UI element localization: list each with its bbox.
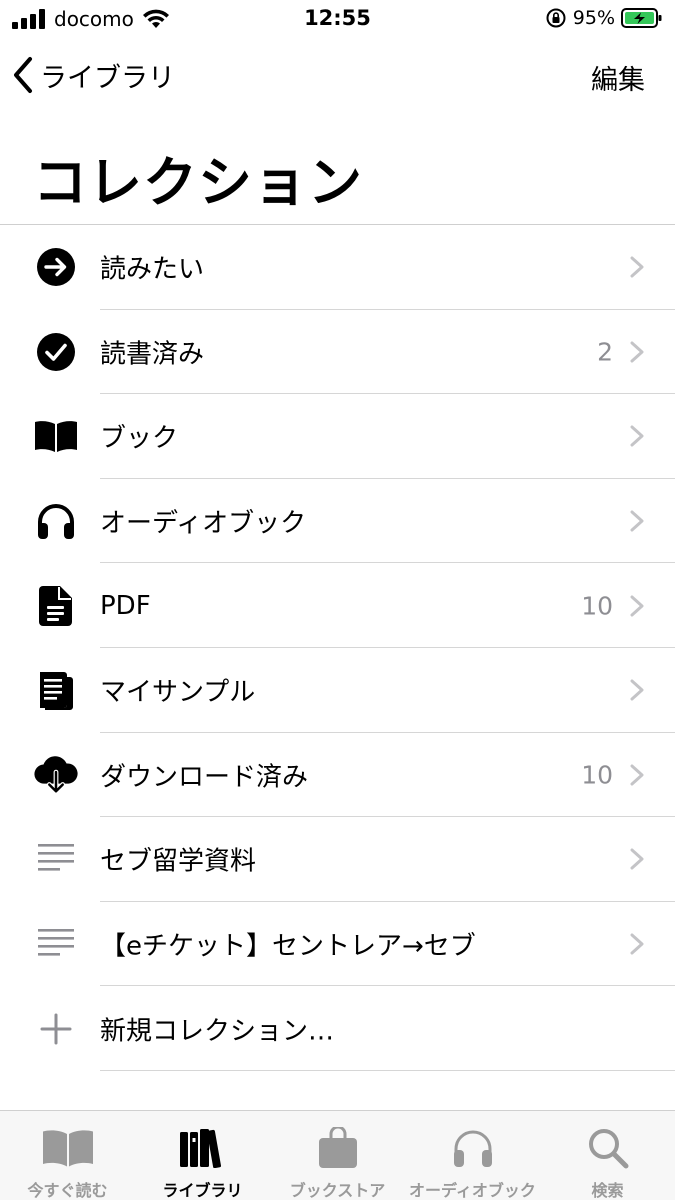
tab-book-store[interactable]: ブックストア <box>270 1111 405 1201</box>
tab-reading-now[interactable]: 今すぐ読む <box>0 1111 135 1201</box>
collection-row-downloaded[interactable]: ダウンロード済み 10 <box>0 733 675 818</box>
reading-now-icon <box>40 1125 96 1171</box>
chevron-right-icon <box>630 256 644 278</box>
collection-label: 【eチケット】セントレア→セブ <box>100 931 476 962</box>
bag-icon <box>310 1125 366 1171</box>
tab-label: ライブラリ <box>162 1181 243 1200</box>
collection-row-my-samples[interactable]: マイサンプル <box>0 648 675 733</box>
row-separator <box>100 1069 675 1071</box>
chevron-right-icon <box>630 679 644 701</box>
collection-list: 読みたい 読書済み 2 ブック オーディオブック PDF 10 マイサンプル ダ… <box>0 225 675 1071</box>
page-title: コレクション <box>33 151 363 214</box>
new-collection-label: 新規コレクション… <box>100 1016 335 1047</box>
back-button[interactable]: ライブラリ <box>12 53 175 97</box>
cloud-download-icon <box>33 752 79 798</box>
tab-bar: 今すぐ読む ライブラリ ブックストア オーディオブック 検索 <box>0 1110 675 1200</box>
chevron-right-icon <box>630 595 644 617</box>
chevron-right-icon <box>630 510 644 532</box>
collection-label: PDF <box>100 590 151 621</box>
collection-row-finished[interactable]: 読書済み 2 <box>0 310 675 395</box>
collection-row-cebu[interactable]: セブ留学資料 <box>0 817 675 902</box>
tab-audiobooks[interactable]: オーディオブック <box>405 1111 540 1201</box>
collection-count: 10 <box>581 591 613 621</box>
collection-label: マイサンプル <box>100 677 256 708</box>
tab-label: 今すぐ読む <box>27 1181 108 1200</box>
tab-search[interactable]: 検索 <box>540 1111 675 1201</box>
tab-label: ブックストア <box>289 1181 386 1200</box>
collection-label: オーディオブック <box>100 508 307 539</box>
status-right: 95% <box>545 7 663 29</box>
edit-button[interactable]: 編集 <box>591 58 645 97</box>
collection-label: 読みたい <box>100 254 205 285</box>
chevron-right-icon <box>630 933 644 955</box>
list-lines-icon <box>33 836 79 882</box>
collection-row-eticket[interactable]: 【eチケット】セントレア→セブ <box>0 902 675 987</box>
back-button-label: ライブラリ <box>40 62 175 94</box>
collection-count: 10 <box>581 760 613 790</box>
collection-label: ブック <box>100 423 179 454</box>
document-icon <box>33 583 79 629</box>
chevron-right-icon <box>630 848 644 870</box>
battery-charging-icon <box>621 8 662 28</box>
tab-library[interactable]: ライブラリ <box>135 1111 270 1201</box>
new-collection-button[interactable]: 新規コレクション… <box>0 986 675 1071</box>
collection-row-pdf[interactable]: PDF 10 <box>0 563 675 648</box>
collection-label: ダウンロード済み <box>100 762 309 793</box>
collection-label: セブ留学資料 <box>100 846 257 877</box>
sample-pages-icon <box>33 667 79 713</box>
headphones-icon <box>33 498 79 544</box>
navigation-bar: ライブラリ 編集 <box>0 48 675 102</box>
list-lines-icon <box>33 921 79 967</box>
checkmark-circle-icon <box>33 329 79 375</box>
collection-row-audiobooks[interactable]: オーディオブック <box>0 479 675 564</box>
collection-row-want-to-read[interactable]: 読みたい <box>0 225 675 310</box>
tab-label: 検索 <box>591 1181 624 1200</box>
battery-percentage: 95% <box>572 7 615 29</box>
tab-label: オーディオブック <box>409 1181 536 1200</box>
headphones-icon <box>445 1125 501 1171</box>
orientation-lock-icon <box>546 8 566 28</box>
collection-label: 読書済み <box>100 339 205 370</box>
library-icon <box>175 1125 231 1171</box>
chevron-right-icon <box>630 425 644 447</box>
plus-icon <box>33 1006 79 1052</box>
status-bar: docomo 12:55 95% <box>0 0 675 38</box>
collection-row-books[interactable]: ブック <box>0 394 675 479</box>
collection-count: 2 <box>597 337 613 367</box>
chevron-right-icon <box>630 764 644 786</box>
arrow-circle-icon <box>33 244 79 290</box>
open-book-icon <box>33 413 79 459</box>
search-icon <box>580 1125 636 1171</box>
chevron-left-icon <box>14 57 32 93</box>
chevron-right-icon <box>630 341 644 363</box>
